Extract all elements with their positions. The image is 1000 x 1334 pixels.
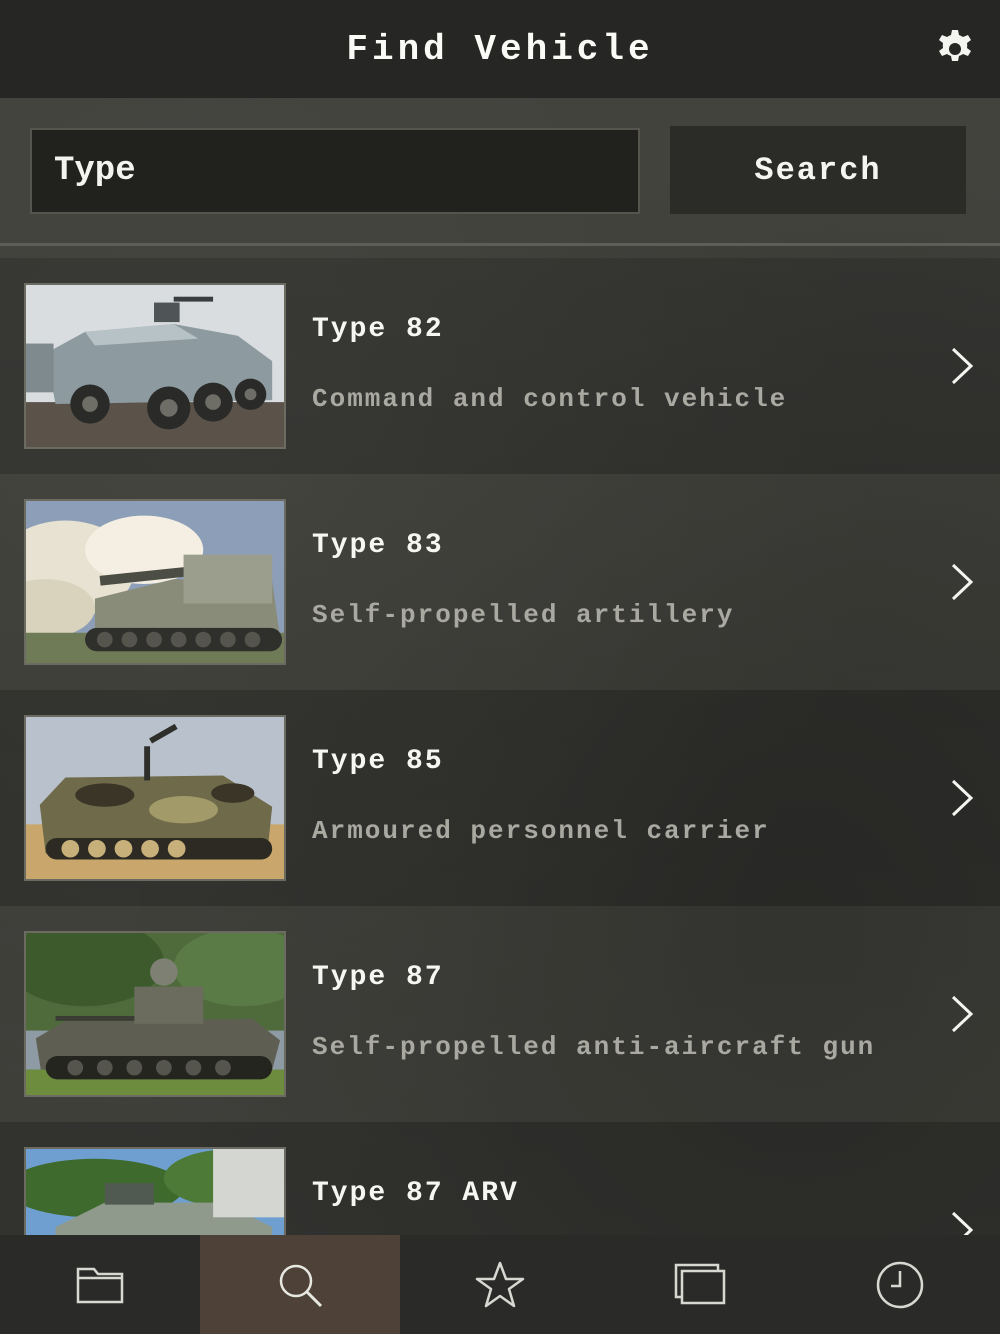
folder-icon: [76, 1267, 124, 1303]
list-item[interactable]: Type 83 Self-propelled artillery: [0, 474, 1000, 690]
search-bar: Search: [0, 98, 1000, 246]
tab-history[interactable]: [800, 1235, 1000, 1334]
chevron-right-icon: [951, 1211, 974, 1235]
clock-icon: [876, 1261, 924, 1308]
chevron-right-icon: [951, 779, 974, 817]
vehicle-name: Type 83: [312, 530, 444, 561]
star-icon: [475, 1261, 525, 1307]
tab-search[interactable]: [200, 1235, 400, 1334]
vehicle-name: Type 87: [312, 962, 444, 993]
tab-compare[interactable]: [600, 1235, 800, 1334]
tab-favorites[interactable]: [400, 1235, 600, 1334]
cards-icon: [674, 1263, 726, 1304]
tab-bar: [0, 1235, 1000, 1334]
list-item[interactable]: Type 87 ARV: [0, 1122, 1000, 1235]
vehicle-list: Type 82 Command and control vehicle Type…: [0, 258, 1000, 1235]
vehicle-name: Type 82: [312, 314, 444, 345]
chevron-right-icon: [951, 563, 974, 601]
vehicle-thumbnail: [24, 1147, 286, 1235]
gear-icon[interactable]: [934, 28, 976, 70]
list-item[interactable]: Type 82 Command and control vehicle: [0, 258, 1000, 474]
vehicle-name: Type 85: [312, 746, 444, 777]
search-input[interactable]: [30, 128, 640, 214]
nav-header: Find Vehicle: [0, 0, 1000, 98]
chevron-right-icon: [951, 995, 974, 1033]
list-item[interactable]: Type 87 Self-propelled anti-aircraft gun: [0, 906, 1000, 1122]
tab-browse[interactable]: [0, 1235, 200, 1334]
chevron-right-icon: [951, 347, 974, 385]
vehicle-thumbnail: [24, 715, 286, 881]
search-button[interactable]: Search: [670, 126, 966, 214]
vehicle-description: Self-propelled anti-aircraft gun: [312, 1032, 876, 1062]
list-item[interactable]: Type 85 Armoured personnel carrier: [0, 690, 1000, 906]
vehicle-thumbnail: [24, 931, 286, 1097]
vehicle-thumbnail: [24, 283, 286, 449]
page-title: Find Vehicle: [346, 28, 654, 70]
vehicle-description: Armoured personnel carrier: [312, 816, 770, 846]
vehicle-description: Self-propelled artillery: [312, 600, 735, 630]
search-icon: [279, 1264, 323, 1307]
vehicle-description: Command and control vehicle: [312, 384, 788, 414]
vehicle-thumbnail: [24, 499, 286, 665]
vehicle-name: Type 87 ARV: [312, 1178, 519, 1209]
